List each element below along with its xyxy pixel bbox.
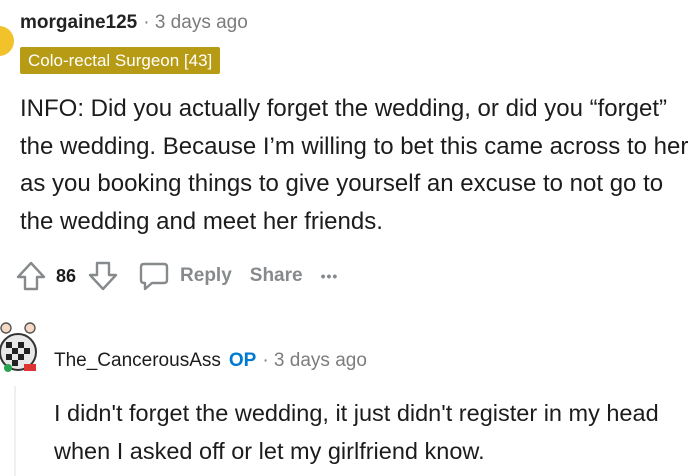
- comment-icon: [138, 260, 170, 292]
- comment-body: I didn't forget the wedding, it just did…: [54, 400, 659, 464]
- user-flair: Colo-rectal Surgeon [43]: [20, 47, 221, 74]
- username-link[interactable]: morgaine125: [20, 12, 137, 34]
- timestamp[interactable]: · 3 days ago: [143, 12, 248, 34]
- timestamp[interactable]: · 3 days ago: [262, 350, 367, 372]
- upvote-icon[interactable]: [14, 259, 48, 293]
- username-link[interactable]: The_CancerousAss: [54, 350, 221, 372]
- reply-label: Reply: [180, 265, 232, 286]
- op-badge: OP: [228, 350, 257, 371]
- more-button[interactable]: •••: [321, 268, 339, 284]
- comment-header: morgaine125 · 3 days ago: [20, 12, 248, 34]
- share-label: Share: [249, 265, 303, 286]
- share-button[interactable]: Share: [250, 265, 303, 287]
- avatar[interactable]: [0, 26, 14, 56]
- more-icon: •••: [320, 268, 339, 284]
- reply-button[interactable]: Reply: [138, 260, 232, 292]
- comment-body: INFO: Did you actually forget the weddin…: [20, 95, 689, 235]
- comment-actions: 86 Reply Share •••: [14, 258, 338, 294]
- downvote-icon[interactable]: [86, 259, 120, 293]
- avatar[interactable]: [0, 318, 44, 378]
- vote-count: 86: [56, 265, 77, 286]
- thread-line[interactable]: [14, 386, 16, 476]
- comment-header: The_CancerousAss OP · 3 days ago: [54, 350, 367, 372]
